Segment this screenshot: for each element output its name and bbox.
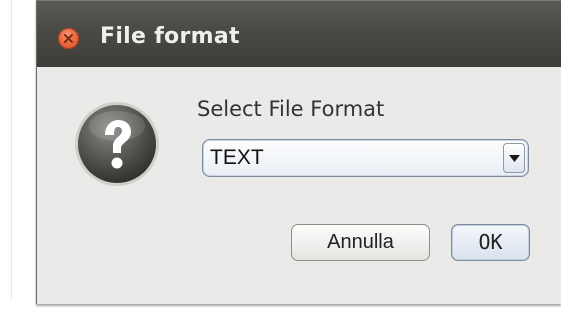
ok-button[interactable]: OK — [451, 224, 530, 261]
close-button[interactable] — [58, 28, 79, 49]
file-format-value: TEXT — [210, 146, 264, 169]
question-icon — [75, 102, 159, 186]
background-divider — [11, 0, 12, 300]
dialog-titlebar: File format — [37, 0, 561, 67]
cancel-button[interactable]: Annulla — [291, 224, 430, 261]
dialog-title: File format — [100, 24, 240, 49]
dropdown-button[interactable] — [503, 143, 525, 173]
background-strip — [0, 0, 36, 311]
file-format-select[interactable]: TEXT — [202, 139, 529, 177]
chevron-down-icon — [509, 155, 520, 162]
close-icon — [64, 34, 73, 43]
file-format-dialog: File format Select File Format TEXT Annu… — [36, 0, 561, 304]
prompt-label: Select File Format — [197, 97, 385, 121]
